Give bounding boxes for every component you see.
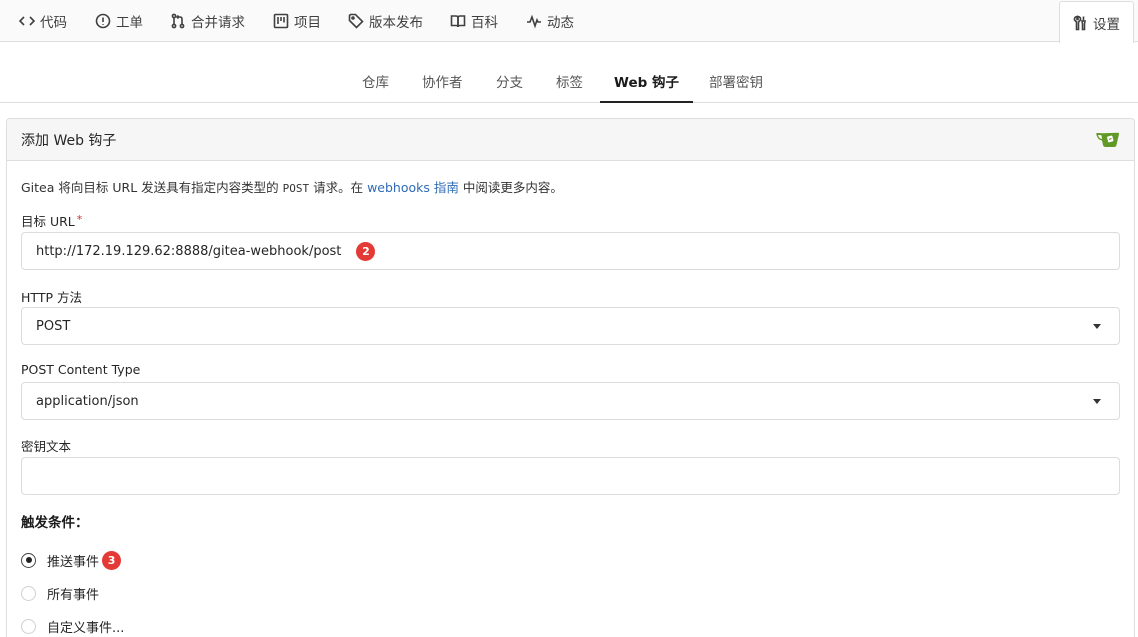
gitea-logo-icon (1096, 132, 1120, 147)
radio-button-checked[interactable] (21, 552, 36, 568)
radio-custom-events-label: 自定义事件... (47, 620, 125, 636)
dropdown-caret-icon (1093, 399, 1101, 404)
secret-input[interactable] (21, 457, 1120, 495)
radio-push-events[interactable]: 推送事件 3 (21, 550, 122, 570)
card-title: 添加 Web 钩子 (21, 133, 117, 149)
tab-settings[interactable]: 设置 (1059, 1, 1134, 43)
secret-label: 密钥文本 (21, 439, 72, 454)
settings-sub-nav: 仓库 协作者 分支 标签 Web 钩子 部署密钥 (0, 60, 1138, 103)
tab-projects-label: 项目 (294, 15, 321, 31)
required-mark: * (76, 213, 83, 226)
dropdown-caret-icon (1093, 324, 1101, 329)
trigger-section-title: 触发条件： (21, 515, 89, 531)
radio-all-events-label: 所有事件 (47, 587, 100, 603)
content-type-value: application/json (36, 393, 139, 409)
pull-request-icon (171, 13, 185, 29)
sub-nav-deploy-keys[interactable]: 部署密钥 (709, 60, 763, 102)
tab-releases-label: 版本发布 (369, 15, 423, 31)
radio-all-events[interactable]: 所有事件 (21, 583, 99, 603)
sub-nav-collaborators[interactable]: 协作者 (422, 60, 463, 102)
radio-push-events-label: 推送事件 (47, 554, 100, 570)
http-method-select[interactable]: POST (21, 307, 1120, 345)
target-url-label: 目标 URL * (21, 211, 82, 230)
book-icon (450, 15, 466, 28)
http-method-value: POST (36, 318, 71, 334)
pulse-icon (527, 14, 541, 29)
annotation-badge-3: 3 (102, 550, 122, 570)
radio-button[interactable] (21, 585, 36, 601)
tab-code[interactable]: 代码 (19, 0, 67, 42)
tab-code-label: 代码 (40, 15, 67, 31)
description-text-after: 中阅读更多内容。 (458, 180, 563, 195)
tab-pull-requests-label: 合并请求 (191, 15, 245, 31)
repo-tab-bar: 代码 工单 合并请求 项目 版本发布 百科 动态 设置 (0, 0, 1138, 43)
tab-issues[interactable]: 工单 (95, 0, 143, 42)
tab-wiki-label: 百科 (471, 15, 498, 31)
sub-nav-repository[interactable]: 仓库 (362, 60, 389, 102)
sub-nav-tags[interactable]: 标签 (556, 60, 583, 102)
tab-projects[interactable]: 项目 (273, 0, 321, 42)
issue-icon (95, 13, 111, 29)
http-method-label: HTTP 方法 (21, 290, 82, 305)
description-post-code: POST (282, 182, 310, 195)
webhook-description: Gitea 将向目标 URL 发送具有指定内容类型的 POST 请求。在 web… (21, 177, 563, 196)
project-icon (273, 13, 289, 29)
tools-icon (1073, 15, 1086, 30)
radio-custom-events[interactable]: 自定义事件... (21, 616, 124, 636)
tab-settings-label: 设置 (1093, 16, 1120, 33)
tab-releases[interactable]: 版本发布 (348, 0, 423, 42)
tab-activity[interactable]: 动态 (526, 0, 574, 42)
tag-icon (348, 13, 364, 29)
target-url-label-text: 目标 URL (21, 214, 75, 229)
target-url-input[interactable]: http://172.19.129.62:8888/gitea-webhook/… (21, 232, 1120, 270)
target-url-value: http://172.19.129.62:8888/gitea-webhook/… (36, 243, 342, 259)
tab-wiki[interactable]: 百科 (450, 0, 498, 42)
content-type-label: POST Content Type (21, 362, 141, 377)
sub-nav-webhooks[interactable]: Web 钩子 (600, 60, 693, 103)
radio-button[interactable] (21, 618, 36, 634)
webhooks-guide-link[interactable]: webhooks 指南 (367, 180, 459, 195)
content-type-select[interactable]: application/json (21, 382, 1120, 420)
code-icon (19, 16, 35, 26)
card-header: 添加 Web 钩子 (7, 119, 1134, 161)
tab-pull-requests[interactable]: 合并请求 (170, 0, 245, 42)
description-text-before: Gitea 将向目标 URL 发送具有指定内容类型的 (21, 180, 283, 195)
description-text-middle: 请求。在 (309, 180, 368, 195)
tab-issues-label: 工单 (116, 15, 143, 31)
sub-nav-branches[interactable]: 分支 (496, 60, 523, 102)
tab-activity-label: 动态 (547, 15, 574, 31)
annotation-badge-2: 2 (356, 241, 376, 261)
